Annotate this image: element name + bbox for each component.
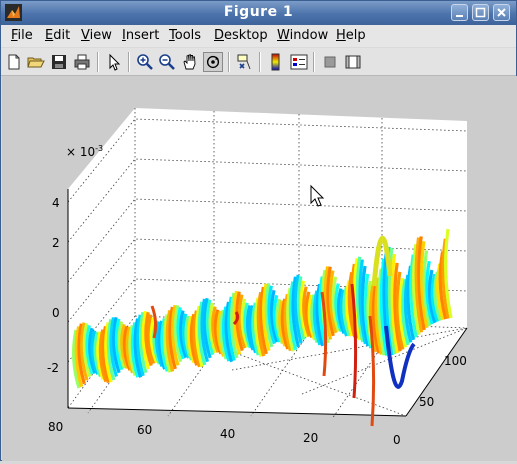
menu-label: indow <box>289 28 329 43</box>
window-title: Figure 1 <box>223 4 294 20</box>
x-tick-label: 40 <box>220 427 235 441</box>
menu-file[interactable]: File <box>11 28 33 43</box>
figure-canvas[interactable]: × 10-3 4 2 0 -2 80 60 40 20 0 50 100 <box>2 76 517 461</box>
colorbar-icon[interactable] <box>266 52 286 72</box>
print-icon[interactable] <box>72 52 92 72</box>
maximize-icon <box>475 7 486 18</box>
toolbar-separator <box>228 52 230 72</box>
data-cursor-icon[interactable] <box>235 52 255 72</box>
open-folder-icon[interactable] <box>26 52 46 72</box>
menu-tools[interactable]: Tools <box>169 28 201 43</box>
menu-label: elp <box>345 28 366 43</box>
x-tick-label: 60 <box>137 423 152 437</box>
rotate-3d-icon[interactable] <box>203 52 223 72</box>
save-icon[interactable] <box>49 52 69 72</box>
figure-window: Figure 1 File Edit View Insert Tools Desktop W… <box>0 0 517 461</box>
menu-mnemonic: V <box>81 28 90 43</box>
pan-hand-icon[interactable] <box>180 52 200 72</box>
title-bar[interactable]: Figure 1 <box>1 1 516 25</box>
menu-mnemonic: E <box>45 28 54 43</box>
z-tick-label: -2 <box>47 361 59 375</box>
toolbar-separator <box>97 52 99 72</box>
toolbar-separator <box>128 52 130 72</box>
minimize-button[interactable] <box>451 4 468 21</box>
menu-window[interactable]: Window <box>277 28 328 43</box>
menu-mnemonic: H <box>336 28 346 43</box>
menu-mnemonic: W <box>277 28 290 43</box>
menu-view[interactable]: View <box>81 28 112 43</box>
x-tick-label: 80 <box>48 420 63 434</box>
surface-plot[interactable]: × 10-3 4 2 0 -2 80 60 40 20 0 50 100 <box>2 76 517 461</box>
figure-toolbar <box>1 48 516 76</box>
new-file-icon[interactable] <box>4 52 24 72</box>
zoom-out-icon[interactable] <box>157 52 177 72</box>
x-tick-label: 20 <box>303 431 318 445</box>
toolbar-separator <box>259 52 261 72</box>
axes-background <box>68 108 467 416</box>
y-tick-label: 50 <box>419 395 434 409</box>
axes-3d <box>67 108 468 420</box>
zoom-in-icon[interactable] <box>135 52 155 72</box>
menu-desktop[interactable]: Desktop <box>214 28 268 43</box>
menu-mnemonic: D <box>214 28 225 43</box>
z-tick-label: 4 <box>52 196 60 210</box>
y-tick-label: 100 <box>444 354 467 368</box>
menu-label: esktop <box>224 28 268 43</box>
z-tick-label: 0 <box>52 306 60 320</box>
z-tick-label: 2 <box>52 236 60 250</box>
menu-label: ile <box>17 28 33 43</box>
menu-label: ools <box>174 28 202 43</box>
menu-edit[interactable]: Edit <box>45 28 70 43</box>
menu-label: iew <box>89 28 112 43</box>
legend-icon[interactable] <box>289 52 309 72</box>
pointer-icon[interactable] <box>104 52 124 72</box>
toolbar-separator <box>313 52 315 72</box>
x-tick-label: 0 <box>393 433 401 447</box>
menu-bar: File Edit View Insert Tools Desktop Window Help <box>1 25 516 47</box>
show-plot-tools-icon[interactable] <box>343 52 363 72</box>
menu-insert[interactable]: Insert <box>122 28 159 43</box>
maximize-button[interactable] <box>472 4 489 21</box>
menu-label: dit <box>53 28 71 43</box>
close-icon <box>497 8 506 17</box>
menu-label: nsert <box>125 28 160 43</box>
minimize-icon <box>456 15 463 17</box>
close-button[interactable] <box>493 4 510 21</box>
menu-help[interactable]: Help <box>336 28 366 43</box>
hide-plot-tools-icon[interactable] <box>320 52 340 72</box>
